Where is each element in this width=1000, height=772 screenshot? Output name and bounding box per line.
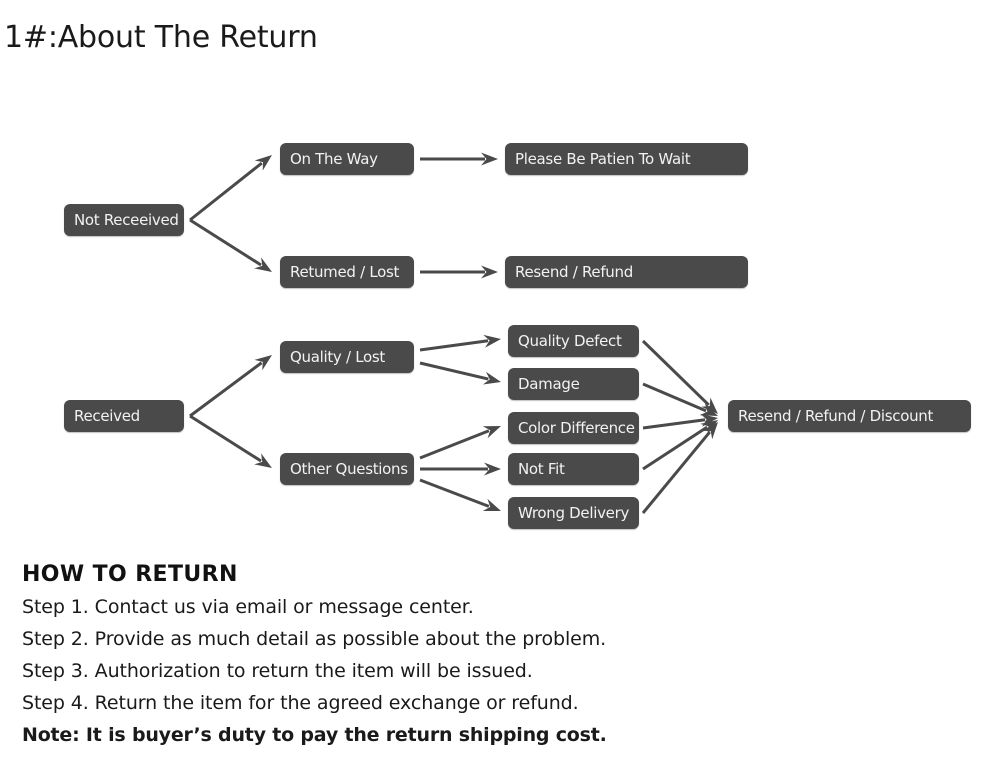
- flow-node-on-the-way: On The Way: [280, 143, 414, 175]
- flow-node-color-difference: Color Difference: [508, 412, 639, 444]
- arrow-head-returned-lost-to-resend-refund: [481, 265, 498, 279]
- arrow-line-not-received-to-on-the-way: [189, 161, 263, 222]
- how-to-return-heading: HOW TO RETURN: [22, 562, 238, 587]
- arrow-line-wrong-delivery-to-resend-refund-discount: [641, 431, 711, 514]
- arrow-head-color-difference-to-resend-refund-discount: [700, 413, 718, 427]
- arrow-line-other-questions-to-color-difference: [419, 429, 490, 460]
- arrow-head-not-received-to-returned-lost: [254, 257, 272, 272]
- arrow-head-on-the-way-to-please-be-patient: [481, 152, 498, 166]
- arrow-line-received-to-quality-lost: [189, 361, 263, 418]
- arrow-head-damage-to-resend-refund-discount: [699, 403, 718, 416]
- arrow-head-other-questions-to-wrong-delivery: [482, 498, 501, 511]
- arrow-head-other-questions-to-color-difference: [482, 426, 501, 439]
- flow-arrows-layer: [189, 152, 718, 514]
- how-to-return-note: Note: It is buyer’s duty to pay the retu…: [22, 724, 607, 746]
- arrow-line-quality-lost-to-damage: [419, 361, 489, 381]
- arrow-head-quality-lost-to-quality-defect: [483, 334, 501, 348]
- flow-node-other-questions: Other Questions: [280, 453, 414, 485]
- arrow-head-not-received-to-on-the-way: [254, 155, 272, 171]
- arrow-head-wrong-delivery-to-resend-refund-discount: [702, 422, 718, 440]
- how-to-return-section: HOW TO RETURN Step 1. Contact us via ema…: [22, 562, 742, 751]
- flow-node-resend-refund-discount: Resend / Refund / Discount: [728, 400, 971, 432]
- arrow-line-received-to-other-questions: [189, 414, 262, 463]
- arrow-head-not-fit-to-resend-refund-discount: [700, 420, 718, 435]
- arrow-line-other-questions-to-wrong-delivery: [419, 478, 490, 508]
- arrow-line-not-received-to-returned-lost: [189, 218, 262, 267]
- arrow-line-damage-to-resend-refund-discount: [642, 382, 707, 413]
- flow-node-wrong-delivery: Wrong Delivery: [508, 497, 639, 529]
- arrow-head-received-to-other-questions: [254, 453, 272, 468]
- how-to-return-step-3: Step 3. Authorization to return the item…: [22, 660, 533, 682]
- arrow-line-quality-defect-to-resend-refund-discount: [641, 339, 710, 407]
- arrow-head-other-questions-to-not-fit: [484, 462, 501, 476]
- arrow-line-quality-lost-to-quality-defect: [419, 339, 489, 352]
- flow-node-not-received: Not Receeived: [64, 204, 184, 236]
- flow-node-quality-defect: Quality Defect: [508, 325, 639, 357]
- flow-node-quality-lost: Quality / Lost: [280, 341, 414, 373]
- how-to-return-steps: Step 1. Contact us via email or message …: [22, 591, 742, 719]
- arrow-head-quality-defect-to-resend-refund-discount: [701, 397, 718, 414]
- arrow-head-received-to-quality-lost: [254, 355, 272, 371]
- how-to-return-step-4: Step 4. Return the item for the agreed e…: [22, 692, 579, 714]
- flow-node-damage: Damage: [508, 368, 639, 400]
- flow-node-returned-lost: Retumed / Lost: [280, 256, 414, 288]
- arrow-line-not-fit-to-resend-refund-discount: [642, 425, 708, 471]
- how-to-return-step-2: Step 2. Provide as much detail as possib…: [22, 628, 607, 650]
- flow-node-resend-refund: Resend / Refund: [505, 256, 748, 288]
- return-flow-diagram: Not Receeived On The Way Retumed / Lost Ple…: [0, 0, 1000, 560]
- arrow-head-quality-lost-to-damage: [482, 371, 501, 385]
- flow-node-please-be-patient: Please Be Patien To Wait: [505, 143, 748, 175]
- flow-node-not-fit: Not Fit: [508, 453, 639, 485]
- arrow-line-color-difference-to-resend-refund-discount: [642, 418, 706, 430]
- flow-node-received: Received: [64, 400, 184, 432]
- how-to-return-step-1: Step 1. Contact us via email or message …: [22, 596, 474, 618]
